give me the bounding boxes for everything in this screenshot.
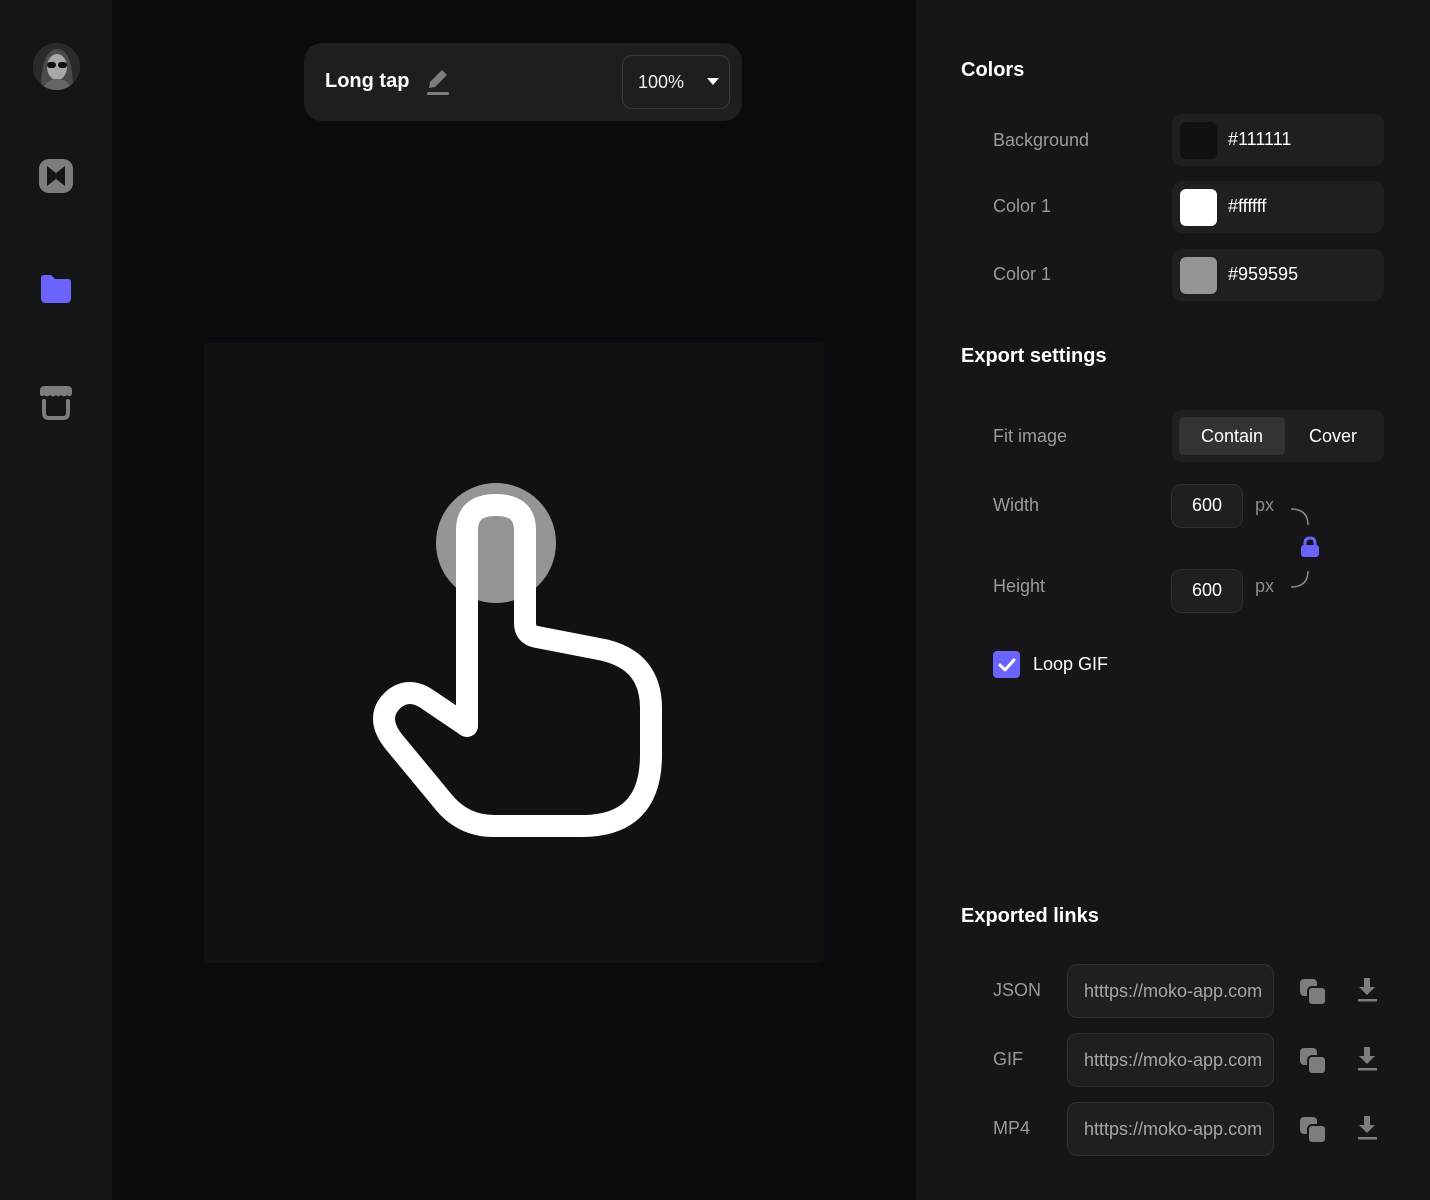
width-unit: px: [1255, 495, 1275, 515]
width-label: Width: [993, 495, 1040, 515]
animation-toolbar: Long tap 100%: [304, 43, 742, 121]
link-label-mp4: MP4: [993, 1118, 1031, 1138]
pencil-icon[interactable]: [426, 68, 450, 96]
link-label-json: JSON: [993, 980, 1042, 1000]
fit-cover-button[interactable]: Cover: [1288, 417, 1378, 455]
json-link-input[interactable]: htttps://moko-app.com: [1067, 964, 1274, 1018]
download-icon[interactable]: [1352, 1114, 1382, 1144]
editor-area: Long tap 100%: [112, 0, 916, 1200]
zoom-dropdown[interactable]: 100%: [622, 55, 730, 109]
height-input[interactable]: 600: [1171, 569, 1243, 613]
checkmark-icon: [998, 658, 1015, 671]
copy-icon[interactable]: [1299, 1116, 1329, 1146]
chevron-down-icon: [707, 78, 719, 85]
avatar-photo-icon: [33, 43, 80, 90]
color-hex: #ffffff: [1228, 196, 1267, 216]
mp4-link-input[interactable]: htttps://moko-app.com: [1067, 1102, 1274, 1156]
animation-title: Long tap: [325, 70, 410, 92]
link-label-gif: GIF: [993, 1049, 1023, 1069]
height-unit: px: [1255, 576, 1275, 596]
fit-image-label: Fit image: [993, 426, 1068, 446]
height-label: Height: [993, 576, 1046, 596]
color-label: Color 1: [993, 196, 1052, 216]
lock-icon[interactable]: [1299, 536, 1321, 558]
loop-gif-checkbox[interactable]: [993, 651, 1020, 678]
color-hex: #111111: [1228, 129, 1292, 149]
width-input[interactable]: 600: [1171, 484, 1243, 528]
exported-links-heading: Exported links: [961, 905, 1099, 927]
background-color-field[interactable]: #111111: [1172, 114, 1384, 166]
sidebar: [0, 0, 112, 1200]
loop-gif-label: Loop GIF: [1033, 654, 1109, 674]
color-1-field[interactable]: #ffffff: [1172, 181, 1384, 233]
fit-image-toggle: Contain Cover: [1172, 410, 1384, 462]
colors-heading: Colors: [961, 59, 1025, 81]
user-avatar[interactable]: [33, 43, 80, 90]
bowtie-logo-icon[interactable]: [38, 158, 74, 194]
animation-canvas[interactable]: [204, 343, 824, 963]
color-2-field[interactable]: #959595: [1172, 249, 1384, 301]
color-label: Color 1: [993, 264, 1052, 284]
copy-icon[interactable]: [1299, 978, 1329, 1008]
export-settings-heading: Export settings: [961, 345, 1107, 367]
color-swatch[interactable]: [1180, 257, 1217, 294]
color-swatch[interactable]: [1180, 189, 1217, 226]
fit-contain-button[interactable]: Contain: [1179, 417, 1285, 455]
hand-outline: [373, 494, 662, 837]
download-icon[interactable]: [1352, 1045, 1382, 1075]
store-icon[interactable]: [38, 384, 74, 420]
color-swatch[interactable]: [1180, 122, 1217, 159]
zoom-value: 100%: [638, 72, 685, 92]
download-icon[interactable]: [1352, 976, 1382, 1006]
folder-icon[interactable]: [38, 271, 74, 307]
properties-panel: Colors Background #111111 Color 1 #fffff…: [916, 0, 1430, 1200]
color-label: Background: [993, 130, 1090, 150]
color-hex: #959595: [1228, 264, 1299, 284]
copy-icon[interactable]: [1299, 1047, 1329, 1077]
hand-tap-icon: [373, 483, 662, 837]
gif-link-input[interactable]: htttps://moko-app.com: [1067, 1033, 1274, 1087]
